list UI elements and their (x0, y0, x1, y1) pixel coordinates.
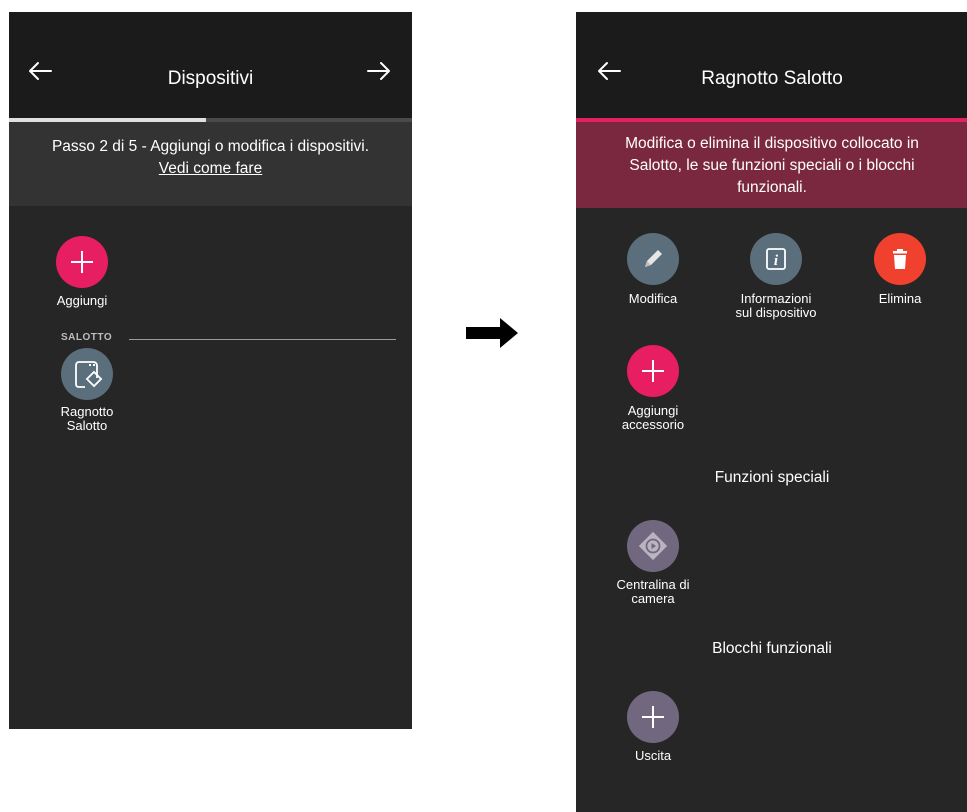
device-icon (75, 361, 103, 388)
add-accessory-label-line2: accessorio (621, 417, 685, 432)
room-section-label: SALOTTO (61, 332, 113, 343)
info-line-3: funzionali. (737, 179, 807, 196)
info-line-2: Salotto, le sue funzioni speciali o i bl… (629, 157, 915, 174)
device-info-label-line1: Informazioni (740, 291, 812, 306)
plus-icon (642, 360, 664, 382)
device-info-label-line2: sul dispositivo (735, 305, 817, 320)
svg-text:i: i (774, 253, 779, 269)
page-title: Ragnotto Salotto (701, 68, 843, 89)
top-bar: Dispositivi (9, 12, 412, 118)
add-accessory-label-line1: Aggiungi (627, 403, 679, 418)
info-line-1: Modifica o elimina il dispositivo colloc… (625, 135, 919, 152)
plus-icon (642, 706, 664, 728)
top-bar: Ragnotto Salotto (576, 12, 967, 118)
pencil-icon (645, 250, 662, 267)
device-ragnotto-button[interactable] (61, 348, 113, 400)
add-device-label: Aggiungi (56, 293, 108, 308)
functional-blocks-heading: Blocchi funzionali (712, 640, 832, 657)
info-banner: Modifica o elimina il dispositivo colloc… (576, 122, 967, 208)
transition-arrow-icon (466, 318, 518, 348)
thermostat-icon (638, 531, 668, 561)
plus-icon (71, 251, 93, 273)
add-accessory-label: Aggiungi accessorio (613, 404, 693, 432)
page-title: Dispositivi (167, 68, 254, 89)
trash-icon (893, 249, 907, 269)
camera-label-line1: Centralina di (616, 577, 690, 592)
camera-label-line2: camera (631, 591, 675, 606)
device-label-line1: Ragnotto (60, 404, 114, 419)
device-label: Ragnotto Salotto (47, 405, 127, 433)
delete-button[interactable] (874, 233, 926, 285)
info-icon: i (766, 248, 786, 270)
device-info-label: Informazioni sul dispositivo (721, 292, 831, 320)
special-functions-heading: Funzioni speciali (714, 469, 830, 486)
edit-button[interactable] (627, 233, 679, 285)
delete-label: Elimina (878, 291, 922, 306)
camera-controller-label: Centralina di camera (608, 578, 698, 606)
step-banner: Passo 2 di 5 - Aggiungi o modifica i dis… (9, 122, 412, 206)
devices-screen: Dispositivi Passo 2 di 5 - Aggiungi o mo… (9, 12, 412, 729)
device-label-line2: Salotto (66, 418, 108, 433)
add-device-button[interactable] (56, 236, 108, 288)
add-output-button[interactable] (627, 691, 679, 743)
forward-arrow-icon[interactable] (366, 58, 392, 84)
edit-label: Modifica (628, 291, 678, 306)
section-divider (129, 339, 396, 340)
output-label: Uscita (634, 748, 672, 763)
device-detail-screen: Ragnotto Salotto Modifica o elimina il d… (576, 12, 967, 812)
add-accessory-button[interactable] (627, 345, 679, 397)
step-text: Passo 2 di 5 - Aggiungi o modifica i dis… (51, 138, 370, 155)
help-link[interactable]: Vedi come fare (9, 160, 412, 178)
camera-controller-button[interactable] (627, 520, 679, 572)
device-info-button[interactable]: i (750, 233, 802, 285)
